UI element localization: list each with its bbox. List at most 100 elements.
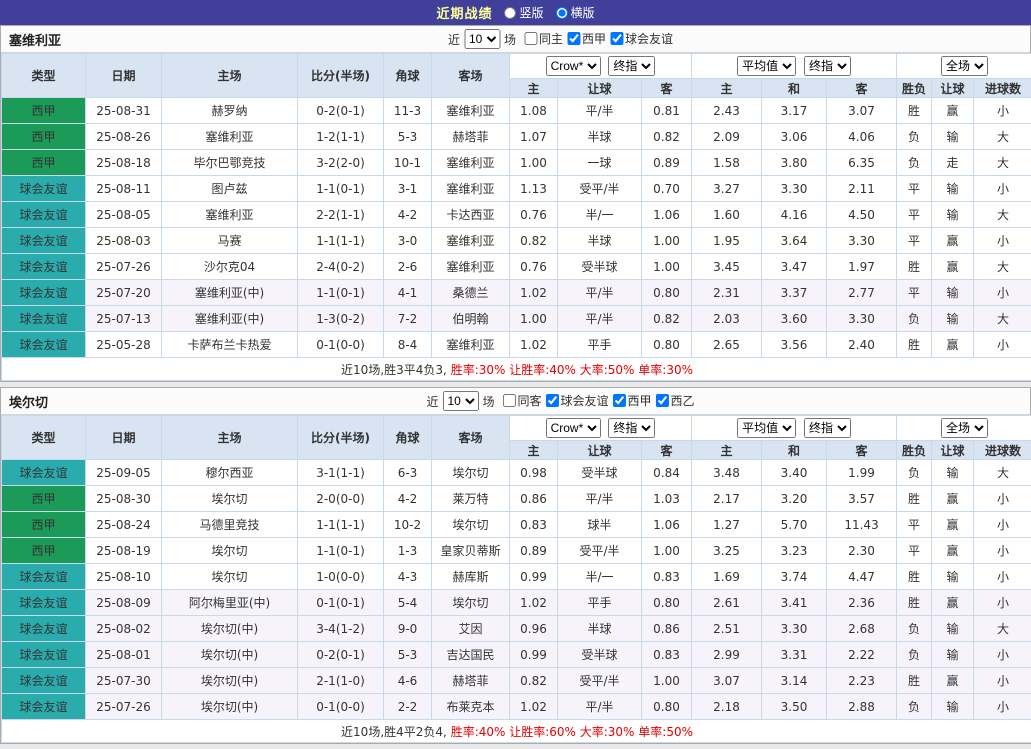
- euro-draw-odds: 3.41: [762, 590, 827, 616]
- euro-draw-odds: 4.16: [762, 202, 827, 228]
- match-row: 西甲25-08-26塞维利亚1-2(1-1)5-3赫塔菲1.07半球0.822.…: [2, 124, 1031, 150]
- match-date: 25-08-09: [86, 590, 162, 616]
- filter-checkbox-球会友谊[interactable]: 球会友谊: [610, 30, 673, 47]
- match-row: 球会友谊25-08-10埃尔切1-0(0-0)4-3赫库斯0.99半/一0.83…: [2, 564, 1031, 590]
- match-row: 球会友谊25-08-05塞维利亚2-2(1-1)4-2卡达西亚0.76半/一1.…: [2, 202, 1031, 228]
- wdl-result: 负: [897, 616, 932, 642]
- match-date: 25-08-01: [86, 642, 162, 668]
- corners: 4-6: [384, 668, 432, 694]
- wdl-result: 负: [897, 124, 932, 150]
- euro-final-odds-select[interactable]: 终指: [804, 56, 851, 76]
- checkbox-input[interactable]: [546, 394, 559, 407]
- checkbox-input[interactable]: [613, 394, 626, 407]
- layout-radio-vertical[interactable]: 竖版: [504, 4, 543, 21]
- filter-checkbox-同客[interactable]: 同客: [502, 392, 541, 409]
- asian-final-odds-select[interactable]: 终指: [608, 418, 655, 438]
- euro-odds-controls: 平均值 终指: [692, 416, 897, 441]
- euro-away-odds: 2.68: [827, 616, 897, 642]
- wdl-result: 负: [897, 306, 932, 332]
- match-row: 球会友谊25-07-13塞维利亚(中)1-3(0-2)7-2伯明翰1.00平/半…: [2, 306, 1031, 332]
- match-count-select[interactable]: 10: [442, 391, 478, 411]
- euro-final-odds-select[interactable]: 终指: [804, 418, 851, 438]
- filters: 近 10 场 同主西甲球会友谊: [448, 29, 673, 49]
- home-team: 塞维利亚(中): [162, 306, 298, 332]
- checkbox-input[interactable]: [567, 32, 580, 45]
- euro-draw-odds: 3.64: [762, 228, 827, 254]
- euro-draw-odds: 3.37: [762, 280, 827, 306]
- match-date: 25-07-26: [86, 254, 162, 280]
- corners: 4-3: [384, 564, 432, 590]
- match-row: 球会友谊25-09-05穆尔西亚3-1(1-1)6-3埃尔切0.98受半球0.8…: [2, 460, 1031, 486]
- home-team: 毕尔巴鄂竞技: [162, 150, 298, 176]
- match-date: 25-08-10: [86, 564, 162, 590]
- away-team: 布莱克本: [432, 694, 510, 720]
- summary-stats: 胜率:30% 让胜率:40% 大率:50% 单率:30%: [451, 363, 693, 377]
- asian-away-odds: 1.00: [642, 228, 692, 254]
- match-row: 球会友谊25-08-01埃尔切(中)0-2(0-1)5-3吉达国民0.99受半球…: [2, 642, 1031, 668]
- score: 0-1(0-1): [298, 590, 384, 616]
- euro-average-select[interactable]: 平均值: [737, 56, 796, 76]
- corners: 11-3: [384, 98, 432, 124]
- match-date: 25-07-30: [86, 668, 162, 694]
- horizontal-radio-input[interactable]: [556, 7, 568, 19]
- euro-home-odds: 2.65: [692, 332, 762, 358]
- asian-handicap: 受平/半: [558, 668, 642, 694]
- wdl-result: 胜: [897, 668, 932, 694]
- goals-result: 大: [974, 306, 1031, 332]
- match-date: 25-08-02: [86, 616, 162, 642]
- column-header-type: 类型: [2, 54, 86, 98]
- checkbox-input[interactable]: [524, 32, 537, 45]
- scope-select[interactable]: 全场: [941, 418, 988, 438]
- euro-draw-odds: 3.06: [762, 124, 827, 150]
- asian-home-odds: 0.86: [510, 486, 558, 512]
- checkbox-input[interactable]: [656, 394, 669, 407]
- odds-company-select[interactable]: Crow*: [546, 56, 601, 76]
- asian-home-odds: 0.98: [510, 460, 558, 486]
- euro-away-odds: 1.97: [827, 254, 897, 280]
- checkbox-input[interactable]: [502, 394, 515, 407]
- wdl-result: 平: [897, 512, 932, 538]
- asian-away-odds: 1.00: [642, 538, 692, 564]
- euro-average-select[interactable]: 平均值: [737, 418, 796, 438]
- filter-checkbox-同主[interactable]: 同主: [524, 30, 563, 47]
- asian-handicap: 平/半: [558, 694, 642, 720]
- match-row: 球会友谊25-05-28卡萨布兰卡热爱0-1(0-0)8-4塞维利亚1.02平手…: [2, 332, 1031, 358]
- league-type: 球会友谊: [2, 460, 86, 486]
- asian-handicap: 半/一: [558, 564, 642, 590]
- asian-away-odds: 0.82: [642, 124, 692, 150]
- away-team: 塞维利亚: [432, 176, 510, 202]
- checkbox-input[interactable]: [610, 32, 623, 45]
- filters: 近 10 场 同客球会友谊西甲西乙: [426, 391, 694, 411]
- asian-home-odds: 0.83: [510, 512, 558, 538]
- scope-select[interactable]: 全场: [941, 56, 988, 76]
- wdl-result: 胜: [897, 564, 932, 590]
- layout-radio-horizontal[interactable]: 横版: [556, 4, 595, 21]
- away-team: 赫库斯: [432, 564, 510, 590]
- filter-checkbox-西甲[interactable]: 西甲: [567, 30, 606, 47]
- euro-home-odds: 1.95: [692, 228, 762, 254]
- score: 1-0(0-0): [298, 564, 384, 590]
- odds-company-select[interactable]: Crow*: [546, 418, 601, 438]
- handicap-result: 走: [932, 150, 974, 176]
- filter-checkbox-球会友谊[interactable]: 球会友谊: [546, 392, 609, 409]
- goals-result: 小: [974, 280, 1031, 306]
- match-count-select[interactable]: 10: [464, 29, 500, 49]
- filter-checkboxes: 同客球会友谊西甲西乙: [498, 392, 694, 410]
- away-team: 塞维利亚: [432, 150, 510, 176]
- asian-handicap: 平/半: [558, 280, 642, 306]
- vertical-radio-input[interactable]: [504, 7, 516, 19]
- euro-home-odds: 2.43: [692, 98, 762, 124]
- filter-checkbox-西甲[interactable]: 西甲: [613, 392, 652, 409]
- match-row: 球会友谊25-08-11图卢兹1-1(0-1)3-1塞维利亚1.13受平/半0.…: [2, 176, 1031, 202]
- away-team: 皇家贝蒂斯: [432, 538, 510, 564]
- corners: 2-2: [384, 694, 432, 720]
- asian-final-odds-select[interactable]: 终指: [608, 56, 655, 76]
- filter-checkbox-西乙[interactable]: 西乙: [656, 392, 695, 409]
- corners: 8-4: [384, 332, 432, 358]
- handicap-result: 赢: [932, 228, 974, 254]
- column-header-goals: 进球数: [974, 441, 1031, 460]
- score: 2-2(1-1): [298, 202, 384, 228]
- away-team: 吉达国民: [432, 642, 510, 668]
- match-date: 25-08-31: [86, 98, 162, 124]
- match-date: 25-08-30: [86, 486, 162, 512]
